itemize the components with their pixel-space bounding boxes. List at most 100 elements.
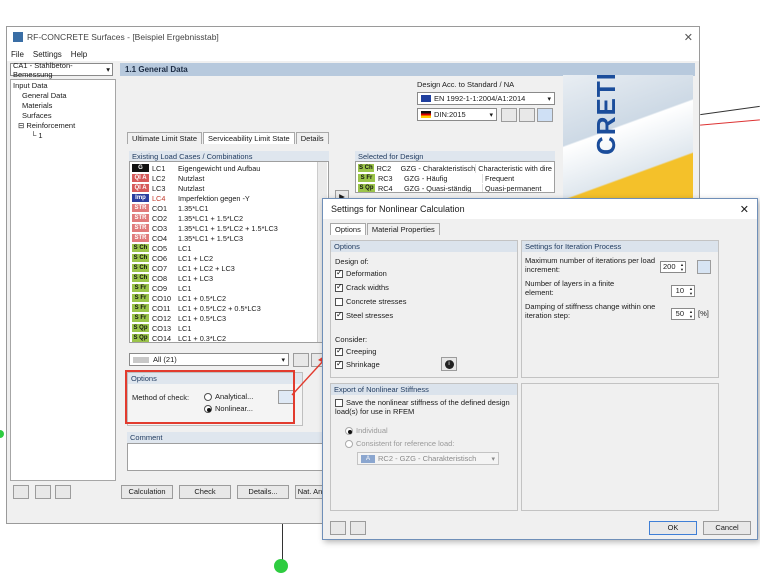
checkbox-concrete-stresses[interactable]: Concrete stresses bbox=[335, 297, 407, 307]
checkbox-save-stiffness[interactable]: Save the nonlinear stiffness of the defi… bbox=[335, 398, 511, 416]
selected-case-row[interactable]: S Fr RC3 GZG - Häufig Frequent bbox=[358, 173, 552, 183]
filter-icon[interactable] bbox=[537, 108, 553, 122]
ref-load-badge: A bbox=[361, 454, 375, 463]
existing-load-cases-list[interactable]: G LC1 Eigengewicht und Aufbau QI A LC2 Nutzla… bbox=[129, 161, 329, 343]
filter-dropdown[interactable]: All (21) ▾ bbox=[129, 353, 289, 366]
tab-details[interactable]: Details bbox=[295, 132, 329, 144]
consider-label: Consider: bbox=[335, 335, 368, 344]
checkbox-deformation-box[interactable] bbox=[335, 268, 343, 279]
load-case-row[interactable]: S Ch CO5 LC1 bbox=[132, 243, 326, 253]
load-case-row[interactable]: S Qp CO13 LC1 bbox=[132, 323, 326, 333]
na-edit-button[interactable] bbox=[501, 108, 517, 122]
design-of-label: Design of: bbox=[335, 257, 369, 266]
load-case-row[interactable]: QI A LC3 Nutzlast bbox=[132, 183, 326, 193]
load-case-row[interactable]: S Ch CO7 LC1 + LC2 + LC3 bbox=[132, 263, 326, 273]
load-type-badge: S Fr bbox=[132, 284, 149, 292]
load-case-row[interactable]: S Fr CO11 LC1 + 0.5*LC2 + 0.5*LC3 bbox=[132, 303, 326, 313]
load-case-description: 1.35*LC1 + 1.5*LC3 bbox=[178, 233, 244, 243]
radio-consistent[interactable]: Consistent for reference load: bbox=[345, 439, 455, 449]
load-case-row[interactable]: G LC1 Eigengewicht und Aufbau bbox=[132, 163, 326, 173]
load-case-row[interactable]: QI A LC2 Nutzlast bbox=[132, 173, 326, 183]
max-iterations-input[interactable]: 200 bbox=[660, 261, 686, 273]
tab-ultimate-limit-state[interactable]: Ultimate Limit State bbox=[127, 132, 203, 144]
load-case-description: 1.35*LC1 + 1.5*LC2 bbox=[178, 213, 244, 223]
collapse-icon[interactable]: ⊟ bbox=[18, 121, 24, 130]
checkbox-save-stiffness-box[interactable] bbox=[335, 399, 343, 408]
load-case-row[interactable]: Imp LC4 Imperfektion gegen -Y bbox=[132, 193, 326, 203]
ok-button[interactable]: OK bbox=[649, 521, 697, 535]
checkbox-concrete-stresses-label: Concrete stresses bbox=[346, 297, 407, 306]
load-case-row[interactable]: S Ch CO8 LC1 + LC3 bbox=[132, 273, 326, 283]
print-icon[interactable] bbox=[35, 485, 51, 499]
load-case-row[interactable]: STR CO3 1.35*LC1 + 1.5*LC2 + 1.5*LC3 bbox=[132, 223, 326, 233]
selected-for-design-list[interactable]: S Ch RC2 GZG - Charakteristisch Characteris… bbox=[355, 161, 555, 193]
help-icon[interactable] bbox=[13, 485, 29, 499]
help-icon[interactable] bbox=[330, 521, 346, 535]
search-icon[interactable] bbox=[697, 260, 711, 274]
load-type-badge: QI A bbox=[132, 174, 149, 182]
tree-item-materials[interactable]: Materials bbox=[13, 101, 113, 111]
tree-item-reinforcement-1[interactable]: └ 1 bbox=[13, 131, 113, 141]
defaults-icon[interactable] bbox=[350, 521, 366, 535]
checkbox-steel-stresses-box[interactable] bbox=[335, 310, 343, 321]
load-case-row[interactable]: STR CO1 1.35*LC1 bbox=[132, 203, 326, 213]
radio-consistent-label: Consistent for reference load: bbox=[356, 439, 455, 448]
radio-individual[interactable]: Individual bbox=[345, 426, 388, 436]
damping-input[interactable]: 50 bbox=[671, 308, 695, 320]
layers-input[interactable]: 10 bbox=[671, 285, 695, 297]
close-icon[interactable]: ✕ bbox=[740, 203, 749, 216]
tab-material-properties[interactable]: Material Properties bbox=[366, 223, 440, 235]
menu-file[interactable]: File bbox=[11, 50, 24, 59]
check-button[interactable]: Check bbox=[179, 485, 231, 499]
menu-help[interactable]: Help bbox=[71, 50, 87, 59]
national-annex-button[interactable]: Nat. An bbox=[295, 485, 325, 499]
tree-item-reinforcement[interactable]: ⊟ Reinforcement bbox=[13, 121, 113, 131]
selected-case-row[interactable]: S Ch RC2 GZG - Charakteristisch Characteris… bbox=[358, 163, 552, 173]
load-case-row[interactable]: S Fr CO9 LC1 bbox=[132, 283, 326, 293]
tree-item-input-data[interactable]: Input Data bbox=[13, 81, 113, 91]
selected-case-row[interactable]: S Qp RC4 GZG - Quasi-ständig Quasi-permanen… bbox=[358, 183, 552, 192]
checkbox-crack-widths[interactable]: Crack widths bbox=[335, 282, 389, 293]
highlight-frame bbox=[125, 370, 295, 424]
comment-textarea[interactable] bbox=[127, 443, 323, 471]
load-case-row[interactable]: S Ch CO6 LC1 + LC2 bbox=[132, 253, 326, 263]
checkbox-deformation[interactable]: Deformation bbox=[335, 268, 387, 279]
load-case-row[interactable]: STR CO2 1.35*LC1 + 1.5*LC2 bbox=[132, 213, 326, 223]
standard-dropdown[interactable]: EN 1992-1-1:2004/A1:2014 ▾ bbox=[417, 92, 555, 105]
menu-settings[interactable]: Settings bbox=[33, 50, 62, 59]
load-case-row[interactable]: S Fr CO10 LC1 + 0.5*LC2 bbox=[132, 293, 326, 303]
export-icon[interactable] bbox=[55, 485, 71, 499]
radio-consistent-indicator[interactable] bbox=[345, 440, 353, 449]
radio-individual-indicator[interactable] bbox=[345, 427, 353, 436]
calculation-button[interactable]: Calculation bbox=[121, 485, 173, 499]
filter-value: All (21) bbox=[153, 355, 177, 364]
load-case-row[interactable]: S Fr CO12 LC1 + 0.5*LC3 bbox=[132, 313, 326, 323]
tree-item-surfaces[interactable]: Surfaces bbox=[13, 111, 113, 121]
checkbox-shrinkage[interactable]: Shrinkage bbox=[335, 359, 380, 370]
close-icon[interactable]: ✕ bbox=[684, 31, 693, 44]
national-annex-dropdown[interactable]: DIN:2015 ▾ bbox=[417, 108, 497, 121]
info-icon[interactable]: i bbox=[441, 357, 457, 371]
tab-options[interactable]: Options bbox=[330, 223, 366, 235]
load-type-badge: G bbox=[132, 164, 149, 172]
load-case-id: LC4 bbox=[152, 193, 166, 203]
checkbox-creeping-box[interactable] bbox=[335, 346, 343, 357]
combination-type: Characteristic with dire bbox=[475, 163, 552, 173]
max-iterations-label: Maximum number of iterations per load in… bbox=[525, 256, 656, 274]
checkbox-creeping[interactable]: Creeping bbox=[335, 346, 376, 357]
checkbox-concrete-stresses-box[interactable] bbox=[335, 298, 343, 307]
details-button[interactable]: Details... bbox=[237, 485, 289, 499]
checkbox-deformation-label: Deformation bbox=[346, 269, 387, 278]
reference-load-dropdown[interactable]: A RC2 - GZG - Charakteristisch ▾ bbox=[357, 452, 499, 465]
checkbox-steel-stresses[interactable]: Steel stresses bbox=[335, 310, 393, 321]
case-selector[interactable]: CA1 - Stahlbeton-Bemessung ▾ bbox=[10, 61, 113, 79]
load-type-badge: S Ch bbox=[358, 164, 374, 172]
cancel-button[interactable]: Cancel bbox=[703, 521, 751, 535]
tab-serviceability-limit-state[interactable]: Serviceability Limit State bbox=[203, 132, 295, 144]
checkbox-shrinkage-box[interactable] bbox=[335, 359, 343, 370]
tree-item-general-data[interactable]: General Data bbox=[13, 91, 113, 101]
model-node-dot bbox=[274, 559, 288, 573]
na-settings-button[interactable] bbox=[519, 108, 535, 122]
load-case-row[interactable]: STR CO4 1.35*LC1 + 1.5*LC3 bbox=[132, 233, 326, 243]
checkbox-crack-widths-box[interactable] bbox=[335, 282, 343, 293]
